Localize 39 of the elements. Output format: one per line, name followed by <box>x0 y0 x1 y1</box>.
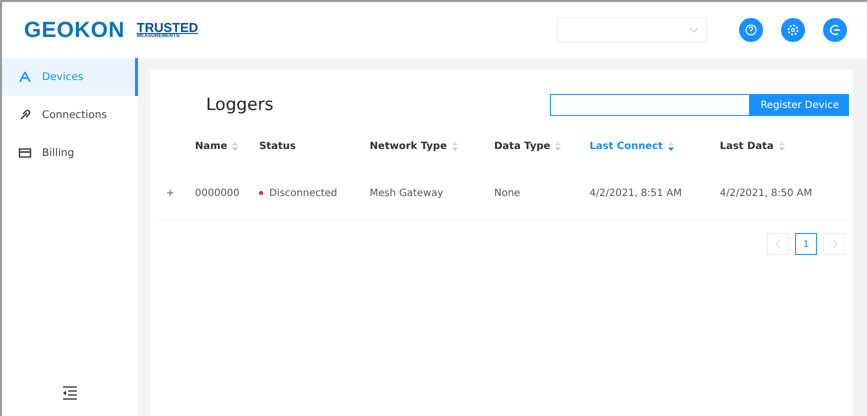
search-field[interactable] <box>550 94 750 116</box>
chevron-icon <box>690 28 698 32</box>
column-header: Name <box>195 140 228 152</box>
chevron-right-icon <box>832 240 836 248</box>
table-cell: Mesh Gateway <box>370 188 444 198</box>
help-icon <box>745 24 757 36</box>
column-header: Network Type <box>370 140 447 152</box>
page-title: Loggers <box>206 95 274 115</box>
sort-icon[interactable] <box>232 142 238 150</box>
column-header: Data Type <box>494 140 550 152</box>
table-cell: Disconnected <box>259 188 338 198</box>
sort-icon[interactable] <box>555 142 562 150</box>
sort-icon[interactable] <box>778 142 785 150</box>
table-cell: 4/2/2021, 8:51 AM <box>590 188 682 198</box>
sidebar-item[interactable]: Billing <box>2 134 138 172</box>
table-cell: 4/2/2021, 8:50 AM <box>720 188 812 198</box>
logout-button[interactable] <box>823 18 847 42</box>
next-page-button[interactable] <box>823 233 845 255</box>
logout-icon <box>829 24 841 36</box>
menu-collapse-icon[interactable] <box>62 386 78 400</box>
settings-button[interactable] <box>781 18 805 42</box>
expand-toggle[interactable]: + <box>166 188 174 198</box>
settings-icon <box>787 24 799 36</box>
table-cell: None <box>494 188 520 198</box>
sort-icon[interactable] <box>668 142 674 150</box>
previous-page-button[interactable] <box>767 233 789 255</box>
column-header: Last Connect <box>590 140 663 152</box>
select-field[interactable] <box>557 17 707 43</box>
card-icon <box>18 146 32 160</box>
column-header: Last Data <box>720 140 774 152</box>
help-button[interactable] <box>739 18 763 42</box>
column-header: Status <box>259 140 296 152</box>
table-cell: 0000000 <box>195 188 240 198</box>
sidebar-item[interactable]: Connections <box>2 96 138 134</box>
link-icon <box>18 108 32 122</box>
tagline: TRUSTED <box>136 21 198 34</box>
chevron-left-icon <box>776 240 780 248</box>
brand-logo: GEOKON <box>24 17 125 43</box>
sort-icon[interactable] <box>452 142 458 150</box>
